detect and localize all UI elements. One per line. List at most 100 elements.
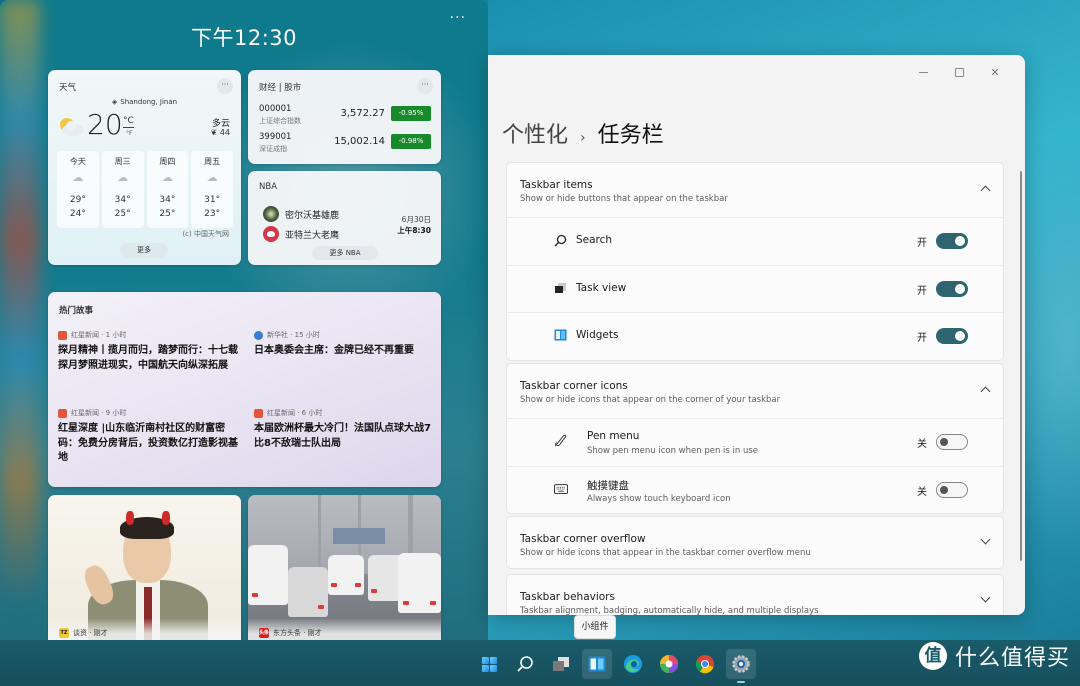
stocks-title: 财经 | 股市 xyxy=(259,83,302,93)
weather-location: ◈ Shandong, Jinan xyxy=(111,98,178,106)
photo-story-card[interactable]: 头条 东方头条 · 刚才 xyxy=(248,495,441,644)
taskbar-behaviors-header[interactable]: Taskbar behaviors Taskbar alignment, bad… xyxy=(507,575,1003,615)
edge-icon xyxy=(624,655,642,673)
stocks-widget[interactable]: 财经 | 股市 ··· 000001 上证综合指数 3,572.27 -0.95… xyxy=(248,70,441,164)
stock-change-badge: -0.98% xyxy=(391,134,431,149)
close-button[interactable]: ✕ xyxy=(977,60,1013,84)
setting-row-search: Search 开 xyxy=(507,217,1003,265)
settings-button[interactable] xyxy=(726,649,756,683)
group-taskbar-items: Taskbar items Show or hide buttons that … xyxy=(506,162,1004,361)
taskbar-search-button[interactable] xyxy=(510,649,540,679)
edge-button[interactable] xyxy=(618,649,648,679)
widgets-tooltip: 小组件 xyxy=(574,615,616,639)
search-icon xyxy=(517,656,533,672)
stocks-more-button[interactable]: ··· xyxy=(417,78,433,94)
windows-logo-icon xyxy=(481,656,497,672)
group-taskbar-corner-overflow[interactable]: Taskbar corner overflow Show or hide ico… xyxy=(506,516,1004,569)
nba-widget[interactable]: NBA 密尔沃基雄鹿 亚特兰大老鹰 6月30日 上午8:30 更多 NBA xyxy=(248,171,441,265)
forecast-day: 周三 ☁ 34° 25° xyxy=(101,151,144,228)
pen-menu-toggle[interactable] xyxy=(936,434,968,450)
taskbar-corner-icons-header[interactable]: Taskbar corner icons Show or hide icons … xyxy=(507,364,1003,418)
touch-keyboard-toggle[interactable] xyxy=(936,481,968,498)
smzdm-logo-icon: 值 xyxy=(918,642,947,670)
chevron-right-icon: › xyxy=(580,130,586,146)
photos-button[interactable] xyxy=(654,649,684,679)
photo-source: TZ 谈资 · 刚才 xyxy=(59,628,108,638)
story-item[interactable]: 新华社 · 15 小时 日本奥委会主席：金牌已经不再重要 xyxy=(254,330,434,359)
story-item[interactable]: 红星新闻 · 9 小时 红星深度 |山东临沂南村社区的财富密码：免费分房背后，投… xyxy=(58,408,238,466)
task-view-toggle[interactable] xyxy=(936,280,968,297)
weather-forecast: 今天 ☁ 29° 24° 周三 ☁ 34° 25° 周四 ☁ 34° 25° 周… xyxy=(57,151,233,228)
photo-source: 头条 东方头条 · 刚才 xyxy=(259,628,322,638)
minimize-button[interactable] xyxy=(905,60,941,84)
stock-row[interactable]: 000001 上证综合指数 3,572.27 -0.95% xyxy=(259,104,431,126)
forecast-day: 周五 ☁ 31° 23° xyxy=(191,151,233,228)
leaf-icon: ❦ xyxy=(210,128,220,137)
team-home: 密尔沃基雄鹿 xyxy=(263,206,339,222)
chevron-up-icon xyxy=(980,185,991,196)
taskbar-items-header[interactable]: Taskbar items Show or hide buttons that … xyxy=(507,163,1003,217)
group-taskbar-corner-icons: Taskbar corner icons Show or hide icons … xyxy=(506,363,1004,514)
stock-row[interactable]: 399001 深证成指 15,002.14 -0.98% xyxy=(259,132,431,154)
task-view-icon xyxy=(553,281,567,295)
team-away: 亚特兰大老鹰 xyxy=(263,226,339,242)
unit-celsius[interactable]: °C xyxy=(123,116,134,128)
story-item[interactable]: 红星新闻 · 6 小时 本届欧洲杯最大冷门！法国队点球大战7比8不敌瑞士队出局 xyxy=(254,408,434,451)
location-icon: ◈ xyxy=(111,98,118,106)
chevron-up-icon xyxy=(980,386,991,397)
chevron-down-icon xyxy=(980,592,991,603)
weather-more-link[interactable]: 更多 xyxy=(120,243,168,258)
nba-more-link[interactable]: 更多 NBA xyxy=(312,246,378,260)
stock-change-badge: -0.95% xyxy=(391,106,431,121)
weather-source: (c) 中国天气网 xyxy=(182,230,229,238)
widgets-button[interactable] xyxy=(582,649,612,679)
task-view-button[interactable] xyxy=(546,649,576,679)
widgets-board: 下午12:30 ··· 天气 ··· ◈ Shandong, Jinan 20 °… xyxy=(0,0,488,644)
search-toggle[interactable] xyxy=(936,233,968,249)
start-button[interactable] xyxy=(474,649,504,679)
top-stories-widget: 热门故事 红星新闻 · 1 小时 探月精神丨揽月而归，踏梦而行：十七载探月梦照进… xyxy=(48,292,441,487)
chrome-icon xyxy=(695,655,714,674)
search-icon xyxy=(553,233,567,247)
taskbar-corner-overflow-header[interactable]: Taskbar corner overflow Show or hide ico… xyxy=(507,517,1003,568)
maximize-button[interactable] xyxy=(941,60,977,84)
stories-title: 热门故事 xyxy=(59,306,94,316)
widgets-toggle[interactable] xyxy=(936,328,968,344)
settings-window: ✕ 个性化 › 任务栏 Taskbar items Show or hide b… xyxy=(488,55,1025,615)
board-time: 下午12:30 xyxy=(190,26,298,50)
weather-temp: 20 xyxy=(87,108,123,141)
forecast-day: 今天 ☁ 29° 24° xyxy=(57,151,99,228)
breadcrumb: 个性化 › 任务栏 xyxy=(502,117,664,149)
bucks-logo-icon xyxy=(263,206,279,222)
board-more-button[interactable]: ··· xyxy=(450,10,466,26)
minimize-icon xyxy=(918,71,928,73)
weather-title: 天气 xyxy=(59,83,77,93)
thunderstorm-icon: ☁ xyxy=(117,171,129,184)
active-indicator xyxy=(737,681,745,683)
chrome-button[interactable] xyxy=(690,649,720,679)
group-taskbar-behaviors[interactable]: Taskbar behaviors Taskbar alignment, bad… xyxy=(506,574,1004,615)
setting-row-widgets: Widgets 开 xyxy=(507,312,1003,360)
page-title: 任务栏 xyxy=(597,123,664,148)
setting-row-pen-menu: Pen menu Show pen menu icon when pen is … xyxy=(507,418,1003,466)
story-item[interactable]: 红星新闻 · 1 小时 探月精神丨揽月而归，踏梦而行：十七载探月梦照进现实，中国… xyxy=(58,330,238,373)
photo-story-card[interactable]: TZ 谈资 · 刚才 xyxy=(48,495,241,644)
thunderstorm-icon: ☁ xyxy=(72,171,84,184)
chevron-down-icon xyxy=(980,534,991,545)
pen-icon xyxy=(554,433,568,447)
scrollbar[interactable] xyxy=(1020,171,1022,561)
news-source-icon xyxy=(58,408,67,418)
unit-fahrenheit[interactable]: °F xyxy=(126,130,132,137)
hawks-logo-icon xyxy=(263,226,279,242)
widgets-icon xyxy=(588,656,606,672)
game-date: 6月30日 xyxy=(401,215,431,224)
task-view-icon xyxy=(553,657,569,671)
photos-icon xyxy=(660,655,678,673)
weather-more-button[interactable]: ··· xyxy=(217,78,233,94)
keyboard-icon xyxy=(554,482,568,496)
weather-widget[interactable]: 天气 ··· ◈ Shandong, Jinan 20 °C °F 多云 ❦ 44… xyxy=(48,70,241,265)
widgets-icon xyxy=(553,328,567,342)
taskbar-apps xyxy=(474,649,756,683)
breadcrumb-personalization[interactable]: 个性化 xyxy=(502,117,568,149)
watermark: 值 什么值得买 xyxy=(918,640,1070,672)
